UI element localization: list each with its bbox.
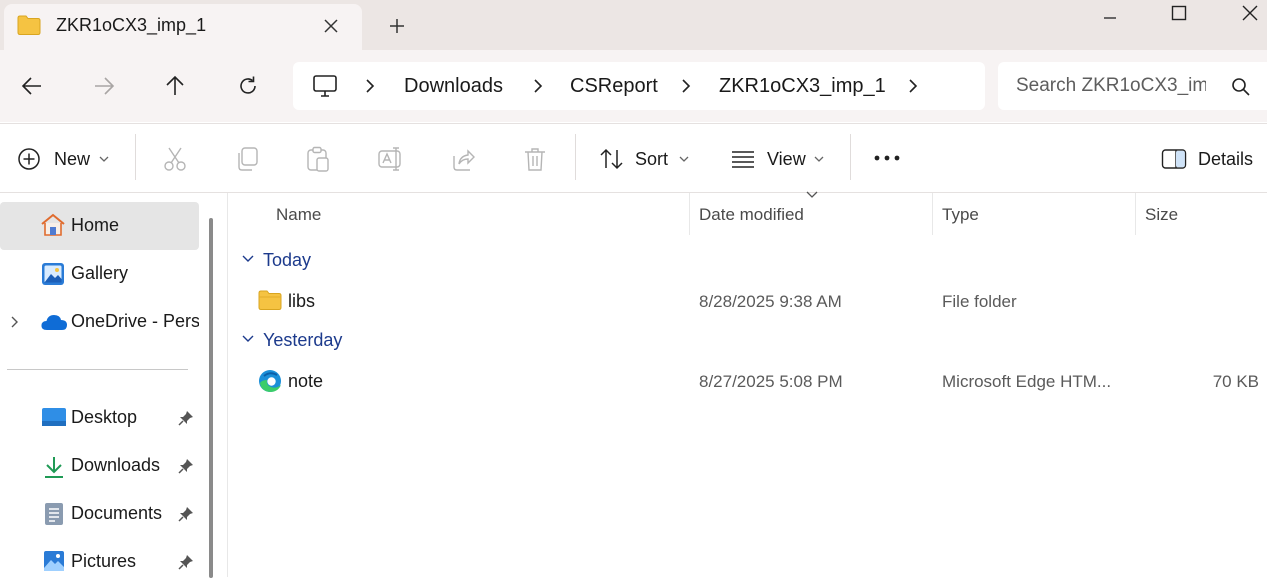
details-label: Details bbox=[1198, 149, 1254, 169]
file-date-modified: 8/27/2025 5:08 PM bbox=[699, 372, 843, 391]
file-name: libs bbox=[288, 291, 316, 311]
group-label: Yesterday bbox=[263, 330, 343, 350]
column-header-size[interactable]: Size bbox=[1145, 205, 1178, 225]
column-divider[interactable] bbox=[932, 193, 933, 235]
file-type: File folder bbox=[942, 292, 1017, 311]
window-close-icon[interactable] bbox=[1236, 0, 1264, 26]
new-label: New bbox=[54, 149, 91, 169]
chevron-right-icon[interactable] bbox=[532, 78, 544, 94]
column-divider[interactable] bbox=[689, 193, 690, 235]
sidebar-item-pictures[interactable]: Pictures bbox=[0, 538, 199, 586]
chevron-right-icon[interactable] bbox=[680, 78, 692, 94]
sidebar-item-label: Home bbox=[71, 215, 120, 235]
new-tab-plus-icon[interactable] bbox=[384, 13, 410, 39]
sidebar-item-downloads[interactable]: Downloads bbox=[0, 442, 199, 490]
sidebar-item-label: OneDrive - Personal bbox=[71, 311, 199, 331]
sidebar-divider bbox=[7, 369, 188, 370]
plus-circle-icon bbox=[17, 147, 41, 171]
chevron-down-icon bbox=[813, 155, 825, 163]
sidebar-item-documents[interactable]: Documents bbox=[0, 490, 199, 538]
search-box[interactable] bbox=[998, 62, 1267, 110]
forward-arrow-icon bbox=[90, 72, 118, 100]
file-type: Microsoft Edge HTM... bbox=[942, 372, 1112, 391]
sidebar-scrollbar[interactable] bbox=[209, 218, 213, 578]
file-date-modified: 8/28/2025 9:38 AM bbox=[699, 292, 842, 311]
column-header-name[interactable]: Name bbox=[276, 205, 321, 225]
details-pane-icon bbox=[1161, 148, 1187, 170]
maximize-icon[interactable] bbox=[1165, 0, 1193, 26]
rename-icon bbox=[377, 146, 405, 172]
chevron-down-icon bbox=[241, 254, 255, 264]
refresh-icon[interactable] bbox=[234, 72, 262, 100]
cloud-icon bbox=[40, 313, 68, 331]
pane-divider[interactable] bbox=[227, 193, 228, 577]
column-header-type[interactable]: Type bbox=[942, 205, 979, 225]
delete-icon bbox=[522, 146, 548, 172]
toolbar-divider bbox=[575, 134, 576, 180]
copy-icon bbox=[234, 146, 260, 172]
sort-icon bbox=[599, 147, 625, 171]
sidebar-item-label: Documents bbox=[71, 503, 163, 523]
search-icon[interactable] bbox=[1231, 77, 1251, 97]
view-list-icon bbox=[731, 150, 755, 168]
edge-icon bbox=[258, 369, 282, 393]
minimize-icon[interactable] bbox=[1096, 0, 1124, 26]
home-icon bbox=[40, 213, 66, 237]
sidebar-item-gallery[interactable]: Gallery bbox=[0, 250, 199, 298]
desktop-icon bbox=[41, 407, 67, 429]
pin-icon[interactable] bbox=[178, 554, 194, 570]
tab-close-icon[interactable] bbox=[318, 13, 344, 39]
sort-indicator-chevron-down-icon bbox=[806, 191, 818, 199]
more-options-icon[interactable] bbox=[872, 152, 902, 164]
search-input[interactable] bbox=[1016, 72, 1206, 100]
back-arrow-icon[interactable] bbox=[18, 72, 46, 100]
column-header-date-modified[interactable]: Date modified bbox=[699, 205, 804, 225]
chevron-right-icon[interactable] bbox=[907, 78, 919, 94]
gallery-icon bbox=[41, 262, 65, 286]
chevron-right-icon[interactable] bbox=[9, 315, 21, 329]
toolbar-divider bbox=[850, 134, 851, 180]
pictures-icon bbox=[43, 550, 65, 572]
chevron-down-icon bbox=[678, 155, 690, 163]
sort-label: Sort bbox=[635, 149, 669, 169]
share-icon bbox=[450, 146, 476, 172]
column-divider[interactable] bbox=[1135, 193, 1136, 235]
toolbar-divider bbox=[135, 134, 136, 180]
chevron-down-icon bbox=[241, 334, 255, 344]
folder-icon bbox=[17, 15, 41, 35]
pin-icon[interactable] bbox=[178, 458, 194, 474]
sidebar-item-label: Gallery bbox=[71, 263, 129, 283]
cut-icon bbox=[162, 146, 188, 172]
pin-icon[interactable] bbox=[178, 410, 194, 426]
breadcrumb-current-folder[interactable]: ZKR1oCX3_imp_1 bbox=[719, 75, 886, 98]
breadcrumb-csreport[interactable]: CSReport bbox=[570, 75, 658, 98]
sidebar-item-desktop[interactable]: Desktop bbox=[0, 394, 199, 442]
breadcrumb-downloads[interactable]: Downloads bbox=[404, 75, 503, 98]
folder-icon bbox=[258, 290, 282, 310]
sidebar-item-onedrive[interactable]: OneDrive - Personal bbox=[0, 298, 199, 346]
paste-icon bbox=[305, 146, 331, 172]
pin-icon[interactable] bbox=[178, 506, 194, 522]
sidebar-item-label: Downloads bbox=[71, 455, 161, 475]
chevron-down-icon bbox=[98, 155, 110, 163]
document-icon bbox=[44, 502, 64, 526]
view-label: View bbox=[767, 149, 806, 169]
download-icon bbox=[42, 455, 66, 479]
sidebar-item-label: Pictures bbox=[71, 551, 137, 571]
file-name: note bbox=[288, 371, 324, 391]
tab-title: ZKR1oCX3_imp_1 bbox=[56, 15, 207, 35]
sidebar-item-home[interactable]: Home bbox=[0, 202, 199, 250]
file-size: 70 KB bbox=[1212, 372, 1259, 391]
sidebar-item-label: Desktop bbox=[71, 407, 138, 427]
chevron-right-icon[interactable] bbox=[364, 78, 376, 94]
monitor-icon[interactable] bbox=[312, 74, 338, 98]
up-arrow-icon[interactable] bbox=[161, 72, 189, 100]
group-label: Today bbox=[263, 250, 312, 270]
